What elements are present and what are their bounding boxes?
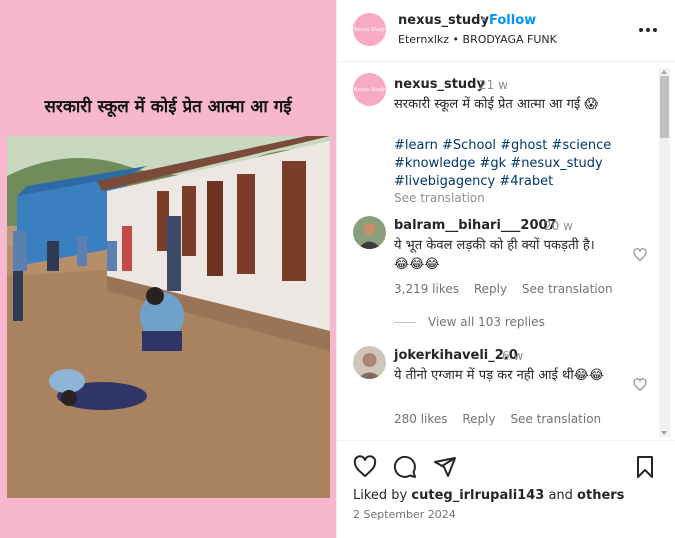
comments-scrollbar[interactable] <box>659 68 670 437</box>
comment-timestamp[interactable]: 20 w <box>544 219 573 233</box>
comment-username[interactable]: balram__bihari___2007 <box>394 218 557 233</box>
follow-button[interactable]: Follow <box>489 13 536 28</box>
replies-divider <box>394 322 416 323</box>
post-detail-panel: Nexus Study nexus_study • Follow Eternxl… <box>336 0 675 538</box>
comment-reply-button[interactable]: Reply <box>462 412 495 426</box>
author-username[interactable]: nexus_study <box>398 13 489 28</box>
view-replies-button[interactable]: View all 103 replies <box>394 315 545 329</box>
comments-list[interactable]: Nexus Study nexus_study 21 w सरकारी स्कू… <box>337 63 675 439</box>
liked-by-user[interactable]: cuteg_irlrupali143 <box>411 488 544 503</box>
comment-text: ये तीनो एग्जाम में पड़ कर नही आई थी😂😂 <box>394 368 605 383</box>
liked-by-others[interactable]: others <box>577 488 624 503</box>
comment-see-translation[interactable]: See translation <box>522 282 613 296</box>
post-header: Nexus Study nexus_study • Follow Eternxl… <box>337 0 675 62</box>
separator-dot: • <box>480 13 488 28</box>
comment-likes-count[interactable]: 3,219 likes <box>394 282 459 296</box>
media-caption-text: सरकारी स्कूल में कोई प्रेत आत्मा आ गई <box>44 97 292 117</box>
comment-text: ये भूत केवल लड़की को ही क्यों पकड़ती है।… <box>394 238 595 272</box>
liked-by-and: and <box>544 488 578 503</box>
like-heart-icon[interactable] <box>353 455 377 479</box>
more-options-icon[interactable] <box>638 20 658 40</box>
caption-see-translation[interactable]: See translation <box>394 191 485 205</box>
scroll-up-arrow-icon[interactable] <box>661 70 667 74</box>
caption-hashtags[interactable]: #learn #School #ghost #science #knowledg… <box>394 137 644 191</box>
liked-by-summary: Liked by cuteg_irlrupali143 and others <box>353 488 624 503</box>
author-avatar[interactable]: Nexus Study <box>353 13 386 46</box>
scrollbar-thumb[interactable] <box>660 76 669 138</box>
avatar-logo-text: Nexus Study <box>353 26 386 33</box>
audio-attribution: Eternxlkz • BRODYAGA FUNK <box>398 33 557 46</box>
commenter-avatar[interactable] <box>353 346 386 379</box>
post-date[interactable]: 2 September 2024 <box>353 508 456 521</box>
comment-meta: 280 likes Reply See translation <box>394 412 612 426</box>
comment-item: balram__bihari___2007 20 w ये भूत केवल ल… <box>353 216 653 306</box>
audio-track[interactable]: BRODYAGA FUNK <box>463 33 557 46</box>
view-replies-label: View all 103 replies <box>428 315 545 329</box>
comment-username[interactable]: jokerkihaveli_2.0 <box>394 348 518 363</box>
caption-author-avatar[interactable]: Nexus Study <box>353 73 386 106</box>
caption-username[interactable]: nexus_study <box>394 77 485 92</box>
like-comment-heart-icon[interactable] <box>633 248 647 262</box>
audio-user[interactable]: Eternxlkz <box>398 33 449 46</box>
avatar-logo-text: Nexus Study <box>353 86 386 93</box>
comment-item: jokerkihaveli_2.0 6 w ये तीनो एग्जाम में… <box>353 346 653 436</box>
liked-by-prefix: Liked by <box>353 488 412 503</box>
comment-see-translation[interactable]: See translation <box>510 412 601 426</box>
caption-text: सरकारी स्कूल में कोई प्रेत आत्मा आ गई 😱 <box>394 97 598 112</box>
audio-separator: • <box>452 33 460 46</box>
like-comment-heart-icon[interactable] <box>633 378 647 392</box>
save-bookmark-icon[interactable] <box>633 455 657 479</box>
school-ground-image <box>7 136 330 498</box>
comment-timestamp[interactable]: 6 w <box>502 349 523 363</box>
comment-bubble-icon[interactable] <box>393 455 417 479</box>
scroll-down-arrow-icon[interactable] <box>661 431 667 435</box>
comment-reply-button[interactable]: Reply <box>474 282 507 296</box>
commenter-avatar[interactable] <box>353 216 386 249</box>
comment-meta: 3,219 likes Reply See translation <box>394 282 624 296</box>
post-media[interactable]: सरकारी स्कूल में कोई प्रेत आत्मा आ गई <box>0 0 336 538</box>
share-send-icon[interactable] <box>433 455 457 479</box>
video-frame[interactable] <box>7 136 330 498</box>
comment-likes-count[interactable]: 280 likes <box>394 412 448 426</box>
caption-timestamp[interactable]: 21 w <box>479 78 508 92</box>
